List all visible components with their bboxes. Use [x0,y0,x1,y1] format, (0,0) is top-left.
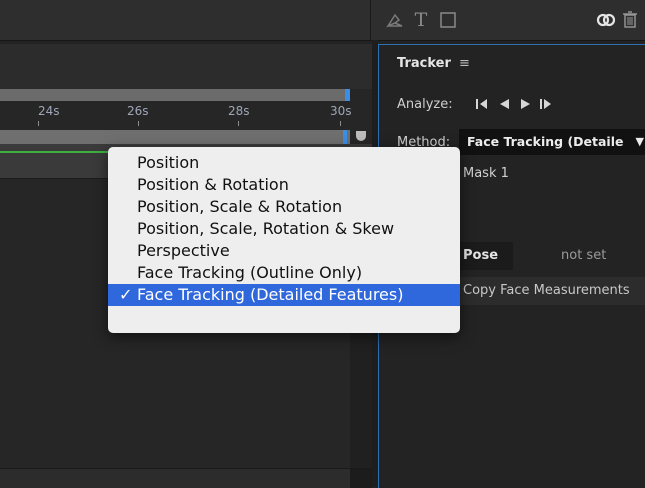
creative-cloud-icon[interactable] [594,9,618,31]
current-time-indicator[interactable] [343,130,347,144]
menu-item[interactable]: Position, Scale, Rotation & Skew [108,218,460,240]
tick-mark [340,121,341,126]
scroll-corner [350,469,372,488]
time-ruler[interactable] [0,89,350,101]
menu-item[interactable]: Position & Rotation [108,174,460,196]
comp-marker-icon[interactable] [356,131,366,141]
rest-pose-status: not set [561,248,607,263]
trash-icon[interactable] [620,9,640,31]
toolbar-divider [370,0,371,40]
method-select[interactable]: Face Tracking (Detaile ▼ [459,129,645,155]
menu-item[interactable]: Face Tracking (Outline Only) [108,262,460,284]
panel-menu-icon[interactable]: ≡ [459,56,470,71]
menu-item[interactable]: Perspective [108,240,460,262]
tick-mark [238,121,239,126]
shape-tool-icon[interactable] [437,9,459,31]
tick-mark [38,121,39,126]
analyze-label: Analyze: [397,97,453,112]
method-dropdown-menu: Position Position & Rotation Position, S… [108,147,460,333]
analyze-backward-icon[interactable] [497,98,511,113]
work-area-bar[interactable] [0,130,350,144]
menu-item[interactable]: Position, Scale & Rotation [108,196,460,218]
menu-item-selected[interactable]: ✓ Face Tracking (Detailed Features) [108,284,460,306]
method-value: Face Tracking (Detaile [467,134,624,149]
tick-label: 30s [330,104,352,118]
analyze-backward-one-frame-icon[interactable] [475,98,489,113]
timeline-header [0,44,372,89]
tick-label: 28s [228,104,250,118]
analyze-forward-icon[interactable] [519,98,533,113]
pen-icon[interactable] [383,9,407,31]
horizontal-scrollbar[interactable] [0,468,372,488]
mask-value: Mask 1 [463,166,509,181]
tick-label: 26s [127,104,149,118]
chevron-down-icon: ▼ [635,135,644,148]
work-area-end-marker[interactable] [345,89,350,101]
panel-title: Tracker [397,56,451,71]
text-tool-icon[interactable]: T [410,9,432,31]
top-toolbar: T [0,0,645,41]
menu-item[interactable]: Position [108,152,460,174]
tick-mark [138,121,139,126]
analyze-forward-one-frame-icon[interactable] [539,98,553,113]
tick-label: 24s [38,104,60,118]
checkmark-icon: ✓ [119,285,133,304]
